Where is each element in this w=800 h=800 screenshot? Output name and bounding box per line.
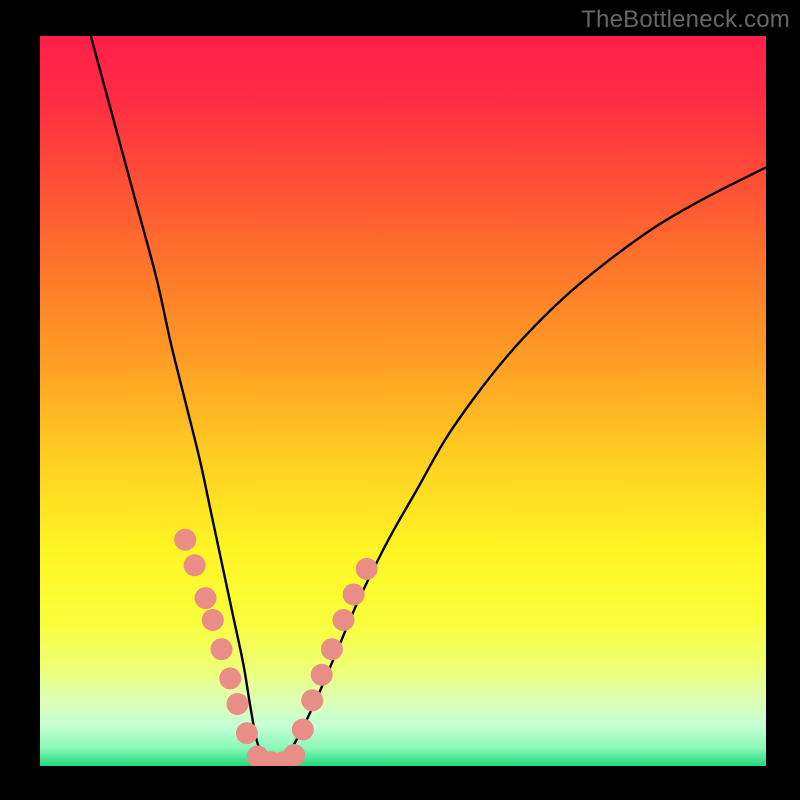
marker-dot — [202, 609, 224, 631]
marker-dot — [343, 583, 365, 605]
plot-area — [40, 36, 766, 766]
marker-dot — [226, 693, 248, 715]
marker-dot — [283, 744, 305, 766]
watermark-text: TheBottleneck.com — [581, 6, 790, 34]
marker-dot — [195, 587, 217, 609]
bottleneck-chart — [0, 0, 800, 800]
marker-dot — [321, 638, 343, 660]
marker-dot — [292, 719, 314, 741]
marker-dot — [311, 664, 333, 686]
marker-dot — [301, 689, 323, 711]
marker-dot — [236, 722, 258, 744]
marker-dot — [219, 667, 241, 689]
marker-dot — [356, 558, 378, 580]
marker-dot — [174, 529, 196, 551]
marker-dot — [211, 638, 233, 660]
chart-stage: TheBottleneck.com — [0, 0, 800, 800]
marker-dot — [184, 554, 206, 576]
marker-dot — [332, 609, 354, 631]
